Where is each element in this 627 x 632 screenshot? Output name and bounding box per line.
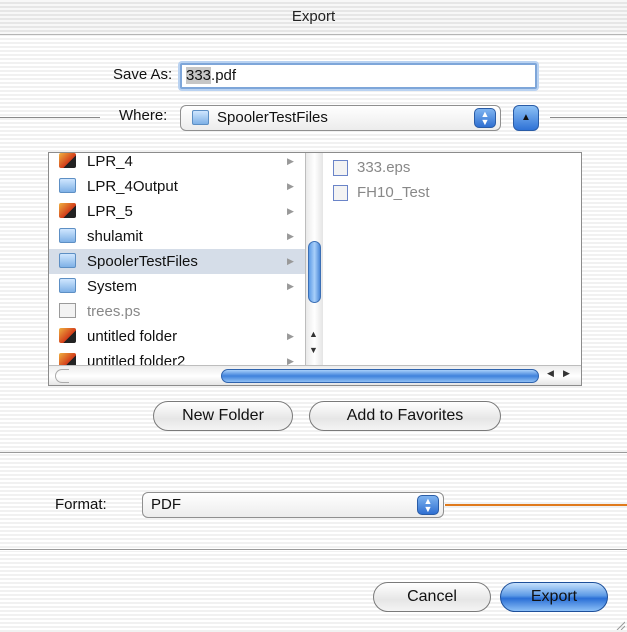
- callout-line: [445, 504, 627, 506]
- where-separator-right: [550, 117, 627, 118]
- blue-folder-icon: [59, 228, 76, 243]
- window-titlebar[interactable]: Export: [0, 0, 627, 35]
- folder-icon: [192, 110, 209, 125]
- triangle-up-icon: ▲: [521, 112, 531, 123]
- red-folder-icon: [59, 153, 76, 168]
- list-item[interactable]: untitled folder2 ▶: [49, 349, 305, 365]
- format-stepper-icon: ▲ ▼: [417, 495, 439, 515]
- item-label: LPR_5: [87, 203, 133, 220]
- scroll-right-icon[interactable]: ▶: [563, 368, 570, 379]
- red-folder-icon: [59, 328, 76, 343]
- where-popup[interactable]: SpoolerTestFiles ▲ ▼: [180, 105, 501, 131]
- list-item[interactable]: LPR_4Output ▶: [49, 174, 305, 199]
- add-to-favorites-button[interactable]: Add to Favorites: [309, 401, 501, 431]
- browser-column-1[interactable]: LPR_4 ▶ LPR_4Output ▶ LPR_5 ▶ shulamit ▶…: [49, 153, 305, 365]
- blue-folder-icon: [59, 253, 76, 268]
- blue-folder-icon: [59, 278, 76, 293]
- item-label: trees.ps: [87, 303, 141, 320]
- filename-extension: .pdf: [211, 67, 237, 84]
- list-item[interactable]: shulamit ▶: [49, 224, 305, 249]
- save-as-label: Save As:: [113, 66, 173, 83]
- list-item[interactable]: LPR_4 ▶: [49, 153, 305, 174]
- format-label: Format:: [55, 496, 107, 513]
- item-label: LPR_4Output: [87, 178, 178, 195]
- separator: [0, 452, 627, 454]
- horizontal-scroll-thumb[interactable]: [221, 369, 539, 383]
- window-title: Export: [291, 8, 336, 25]
- disclosure-arrow-icon: ▶: [287, 256, 294, 266]
- list-item[interactable]: trees.ps: [49, 299, 305, 324]
- where-popup-value: SpoolerTestFiles: [217, 109, 328, 126]
- separator: [0, 549, 627, 551]
- scroll-up-icon[interactable]: ▲: [309, 329, 318, 339]
- list-item[interactable]: LPR_5 ▶: [49, 199, 305, 224]
- item-label: untitled folder2: [87, 353, 186, 365]
- document-icon: [59, 303, 76, 318]
- file-browser[interactable]: LPR_4 ▶ LPR_4Output ▶ LPR_5 ▶ shulamit ▶…: [48, 152, 582, 386]
- item-label: SpoolerTestFiles: [87, 253, 198, 270]
- collapse-dialog-button[interactable]: ▲: [513, 105, 539, 131]
- disclosure-arrow-icon: ▶: [287, 356, 294, 365]
- alias-file-icon: [333, 185, 348, 201]
- filename-selection: 333: [186, 67, 212, 84]
- export-button[interactable]: Export: [500, 582, 608, 612]
- blue-folder-icon: [59, 178, 76, 193]
- format-popup[interactable]: PDF ▲ ▼: [142, 492, 444, 518]
- item-label: FH10_Test: [357, 184, 430, 201]
- disclosure-arrow-icon: ▶: [287, 231, 294, 241]
- browser-column-2[interactable]: 333.eps FH10_Test: [323, 153, 581, 365]
- scroll-left-icon[interactable]: ◀: [547, 368, 554, 379]
- disclosure-arrow-icon: ▶: [287, 181, 294, 191]
- item-label: System: [87, 278, 138, 295]
- where-stepper-icon: ▲ ▼: [474, 108, 496, 128]
- save-as-input[interactable]: 333.pdf: [180, 63, 537, 89]
- vertical-scroll-thumb[interactable]: [308, 241, 321, 303]
- column-1-vertical-scrollbar[interactable]: ▲ ▼: [305, 153, 323, 365]
- list-item-selected[interactable]: SpoolerTestFiles ▶: [49, 249, 305, 274]
- where-separator-left: [0, 117, 100, 118]
- disclosure-arrow-icon: ▶: [287, 156, 294, 166]
- red-folder-icon: [59, 353, 76, 365]
- resize-grip-icon[interactable]: [615, 620, 625, 630]
- new-folder-button[interactable]: New Folder: [153, 401, 293, 431]
- item-label: 333.eps: [357, 159, 411, 176]
- eps-file-icon: [333, 160, 348, 176]
- red-folder-icon: [59, 203, 76, 218]
- list-item[interactable]: System ▶: [49, 274, 305, 299]
- scroll-down-icon[interactable]: ▼: [309, 345, 318, 355]
- scroll-track-cap: [55, 369, 69, 383]
- horizontal-scrollbar[interactable]: ◀ ▶: [49, 365, 581, 385]
- disclosure-arrow-icon: ▶: [287, 281, 294, 291]
- item-label: shulamit: [87, 228, 143, 245]
- item-label: LPR_4: [87, 153, 133, 170]
- item-label: untitled folder: [87, 328, 178, 345]
- where-label: Where:: [119, 107, 168, 124]
- list-item[interactable]: untitled folder ▶: [49, 324, 305, 349]
- disclosure-arrow-icon: ▶: [287, 206, 294, 216]
- format-popup-value: PDF: [151, 496, 181, 513]
- cancel-button[interactable]: Cancel: [373, 582, 491, 612]
- disclosure-arrow-icon: ▶: [287, 331, 294, 341]
